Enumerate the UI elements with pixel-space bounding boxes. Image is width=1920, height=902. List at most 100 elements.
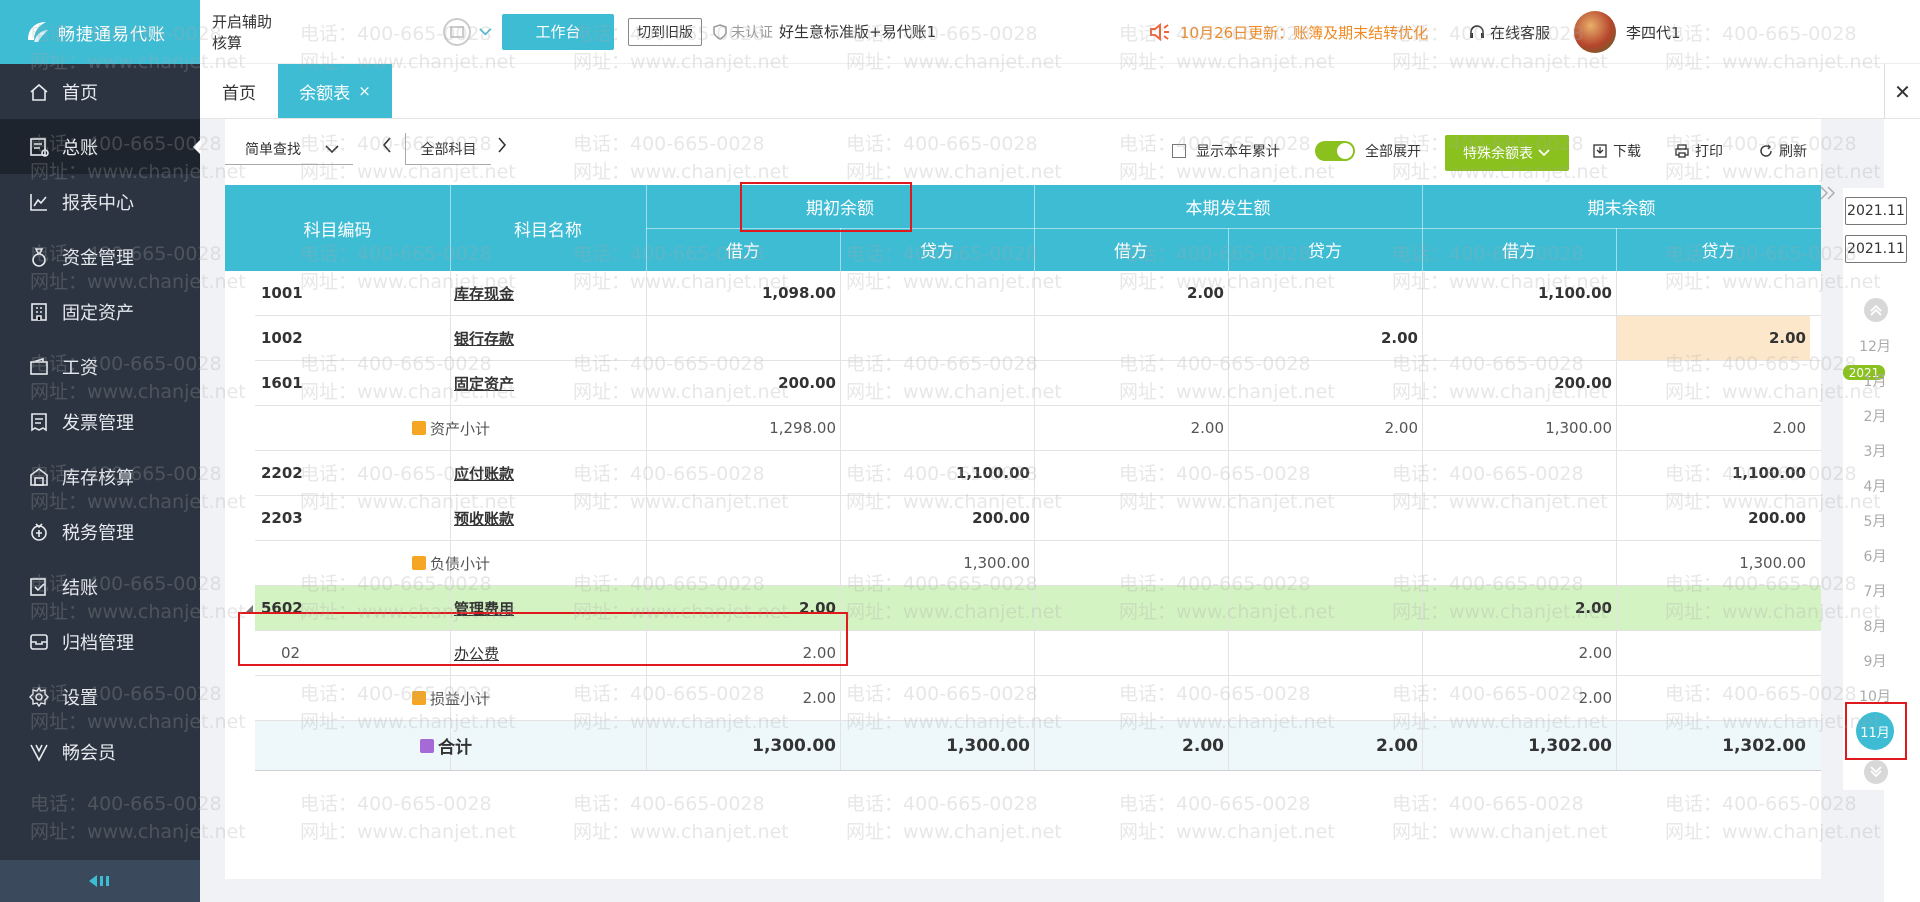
subject-filter-select[interactable]: 全部科目 bbox=[405, 133, 491, 165]
workbench-button[interactable]: 工作台 bbox=[502, 13, 614, 50]
balance-panel: 简单查找 全部科目 显示本年累计 全部展开 特殊余额表 下载 打印 刷新 科目编… bbox=[225, 119, 1821, 879]
row-amount-o_c bbox=[841, 631, 1034, 675]
subtotal-icon bbox=[412, 556, 426, 570]
month-item[interactable]: 7月 bbox=[1843, 581, 1907, 601]
row-amount-p_d bbox=[1035, 541, 1228, 585]
table-row[interactable]: 损益小计 2.00 2.00 bbox=[255, 676, 1821, 721]
user-menu[interactable]: 李四代1 bbox=[1574, 0, 1681, 64]
refresh-button[interactable]: 刷新 bbox=[1759, 141, 1807, 161]
tab-close-icon[interactable]: × bbox=[358, 82, 371, 100]
sidebar-item-10[interactable]: 归档管理 bbox=[0, 614, 200, 669]
checkbox-box[interactable] bbox=[1172, 144, 1186, 158]
money-bag-icon bbox=[28, 246, 50, 268]
sidebar-item-4[interactable]: 固定资产 bbox=[0, 284, 200, 339]
tab-home[interactable]: 首页 bbox=[200, 64, 278, 118]
switch-old-version-button[interactable]: 切到旧版 bbox=[628, 17, 702, 46]
sidebar-item-11[interactable]: 设置 bbox=[0, 669, 200, 724]
row-name-link[interactable]: 库存现金 bbox=[454, 271, 514, 315]
row-amount-c_d: 2.00 bbox=[1574, 599, 1612, 617]
month-item[interactable]: 12月 bbox=[1843, 336, 1907, 356]
special-balance-button[interactable]: 特殊余额表 bbox=[1445, 135, 1569, 171]
company-name[interactable]: 好生意标准版+易代账1 bbox=[779, 21, 936, 42]
sidebar-item-6[interactable]: 发票管理 bbox=[0, 394, 200, 449]
month-item[interactable]: 4月 bbox=[1843, 476, 1907, 496]
month-item[interactable]: 6月 bbox=[1843, 546, 1907, 566]
row-name-link[interactable]: 固定资产 bbox=[454, 361, 514, 405]
table-row[interactable]: 1001 库存现金 1,098.00 2.00 1,100.00 bbox=[255, 271, 1821, 316]
online-service-button[interactable]: 在线客服 bbox=[1468, 0, 1550, 64]
table-row[interactable]: 资产小计 1,298.00 2.00 2.00 1,300.00 2.00 bbox=[255, 406, 1821, 451]
sidebar-item-8[interactable]: 税务管理 bbox=[0, 504, 200, 559]
month-item[interactable]: 3月 bbox=[1843, 441, 1907, 461]
chevron-up-icon[interactable] bbox=[1864, 298, 1888, 322]
column-divider bbox=[450, 316, 451, 360]
row-amount-c_c: 200.00 bbox=[1748, 509, 1806, 527]
table-row[interactable]: 2202 应付账款 1,100.00 1,100.00 bbox=[255, 451, 1821, 496]
cert-status: 未认证 bbox=[712, 22, 773, 42]
row-amount-o_d: 1,098.00 bbox=[761, 284, 836, 302]
chevron-down-icon bbox=[325, 145, 339, 154]
download-icon bbox=[1593, 144, 1607, 158]
row-amount-o_d bbox=[647, 316, 840, 360]
row-amount-o_d bbox=[647, 541, 840, 585]
sidebar-item-label: 总账 bbox=[62, 137, 98, 159]
table-row[interactable]: 负债小计 1,300.00 1,300.00 bbox=[255, 541, 1821, 586]
chevron-down-icon[interactable] bbox=[1864, 760, 1888, 784]
double-chevron-right-icon[interactable] bbox=[1819, 185, 1837, 201]
print-button[interactable]: 打印 bbox=[1675, 141, 1723, 161]
sidebar-item-2[interactable]: 报表中心 bbox=[0, 174, 200, 229]
arrow-up-icon bbox=[1870, 304, 1882, 316]
row-amount-p_d bbox=[1035, 361, 1228, 405]
update-notice[interactable]: 10月26日更新：账簿及期末结转优化 bbox=[1148, 0, 1428, 64]
table-row[interactable]: 1002 银行存款 2.00 2.00 bbox=[255, 316, 1821, 361]
sidebar-item-9[interactable]: 结账 bbox=[0, 559, 200, 614]
chevron-left-icon[interactable] bbox=[381, 135, 393, 155]
end-period[interactable]: 2021.11 bbox=[1845, 235, 1907, 263]
sidebar-collapse-button[interactable] bbox=[0, 860, 200, 902]
row-amount-p_c bbox=[1229, 361, 1422, 405]
sidebar-item-12[interactable]: 畅会员 bbox=[0, 724, 200, 779]
month-item[interactable]: 8月 bbox=[1843, 616, 1907, 636]
sidebar-item-1[interactable]: 总账 bbox=[0, 119, 201, 174]
month-item[interactable]: 2月 bbox=[1843, 406, 1907, 426]
sidebar-item-0[interactable]: 首页 bbox=[0, 64, 200, 119]
toolbar: 简单查找 全部科目 显示本年累计 全部展开 特殊余额表 下载 打印 刷新 bbox=[225, 119, 1821, 185]
row-amount-c_d: 1,300.00 bbox=[1545, 419, 1612, 437]
row-name-link[interactable]: 预收账款 bbox=[454, 496, 514, 540]
search-mode-select[interactable]: 简单查找 bbox=[225, 133, 353, 165]
month-item[interactable]: 9月 bbox=[1843, 651, 1907, 671]
headset-icon bbox=[1470, 25, 1484, 38]
month-item[interactable]: 1月 bbox=[1843, 371, 1907, 391]
header-period: 本期发生额 bbox=[1185, 199, 1271, 219]
sidebar-item-3[interactable]: 资金管理 bbox=[0, 229, 200, 284]
start-period[interactable]: 2021.11 bbox=[1845, 197, 1907, 225]
month-item[interactable]: 5月 bbox=[1843, 511, 1907, 531]
download-button[interactable]: 下载 bbox=[1593, 141, 1641, 161]
row-amount-c_d bbox=[1423, 496, 1616, 540]
app-logo[interactable]: 畅捷通易代账 bbox=[0, 0, 200, 64]
row-name-link[interactable]: 应付账款 bbox=[454, 451, 514, 495]
total-label: 合计 bbox=[438, 738, 472, 758]
close-all-tabs-icon[interactable]: ✕ bbox=[1884, 64, 1920, 119]
sidebar-item-7[interactable]: 库存核算 bbox=[0, 449, 200, 504]
row-amount-p_c bbox=[1229, 676, 1422, 720]
table-row[interactable]: 1601 固定资产 200.00 200.00 bbox=[255, 361, 1821, 406]
toggle-switch[interactable] bbox=[1315, 141, 1355, 161]
row-amount-p_c bbox=[1229, 451, 1422, 495]
show-year-total-checkbox[interactable]: 显示本年累计 bbox=[1172, 141, 1280, 161]
chevron-right-icon[interactable] bbox=[496, 135, 508, 155]
online-service-label: 在线客服 bbox=[1490, 23, 1551, 42]
row-name-link[interactable]: 银行存款 bbox=[454, 316, 514, 360]
header-divider bbox=[840, 228, 841, 271]
sidebar-item-5[interactable]: 工资 bbox=[0, 339, 200, 394]
gear-icon bbox=[28, 686, 50, 708]
username: 李四代1 bbox=[1626, 23, 1681, 42]
lock-circle-icon[interactable] bbox=[442, 17, 472, 47]
balance-table: 科目编码 科目名称 期初余额 本期发生额 期末余额 借方 贷方 借方 贷方 借方… bbox=[225, 182, 1821, 771]
tab-balance-sheet[interactable]: 余额表 × bbox=[278, 64, 392, 118]
header-closing: 期末余额 bbox=[1587, 199, 1656, 219]
row-amount-o_c bbox=[841, 271, 1034, 315]
header-opening-credit: 贷方 bbox=[920, 242, 954, 262]
table-row[interactable]: 2203 预收账款 200.00 200.00 bbox=[255, 496, 1821, 541]
expand-all-toggle[interactable]: 全部展开 bbox=[1315, 141, 1421, 161]
